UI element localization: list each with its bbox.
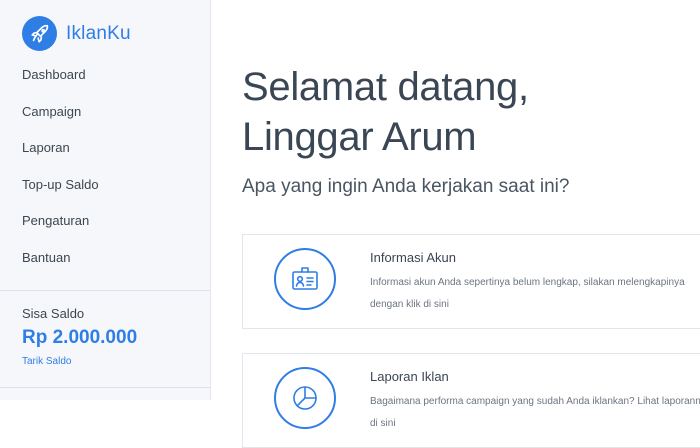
sidebar-item-dashboard[interactable]: Dashboard bbox=[0, 60, 210, 97]
sidebar-item-topup-saldo[interactable]: Top-up Saldo bbox=[0, 170, 210, 207]
sidebar-item-bantuan[interactable]: Bantuan bbox=[0, 243, 210, 280]
pie-chart-icon bbox=[274, 367, 336, 429]
card-account-info[interactable]: Informasi Akun Informasi akun Anda seper… bbox=[242, 234, 700, 329]
sidebar: IklanKu Dashboard Campaign Laporan Top-u… bbox=[0, 0, 211, 400]
sidebar-item-laporan[interactable]: Laporan bbox=[0, 133, 210, 170]
sidebar-item-pengaturan[interactable]: Pengaturan bbox=[0, 206, 210, 243]
main-content: Selamat datang, Linggar Arum Apa yang in… bbox=[211, 0, 700, 448]
id-card-icon bbox=[274, 248, 336, 310]
withdraw-balance-link[interactable]: Tarik Saldo bbox=[22, 356, 71, 367]
balance-value: Rp 2.000.000 bbox=[22, 327, 138, 348]
rocket-icon bbox=[22, 16, 57, 51]
card-title: Informasi Akun bbox=[370, 250, 456, 265]
page-subtitle: Apa yang ingin Anda kerjakan saat ini? bbox=[242, 176, 570, 197]
brand-name: IklanKu bbox=[66, 22, 131, 44]
card-title: Laporan Iklan bbox=[370, 369, 449, 384]
card-description: Informasi akun Anda sepertinya belum len… bbox=[370, 277, 685, 310]
greeting-line-2: Linggar Arum bbox=[242, 115, 477, 159]
card-ad-report[interactable]: Laporan Iklan Bagaimana performa campaig… bbox=[242, 353, 700, 448]
greeting-line-1: Selamat datang, bbox=[242, 65, 529, 109]
page-title: Selamat datang, Linggar Arum bbox=[242, 62, 529, 162]
brand[interactable]: IklanKu bbox=[22, 16, 131, 51]
sidebar-nav: Dashboard Campaign Laporan Top-up Saldo … bbox=[0, 60, 210, 279]
card-description: Bagaimana performa campaign yang sudah A… bbox=[370, 396, 700, 429]
sidebar-divider-bottom bbox=[0, 387, 211, 388]
sidebar-divider bbox=[0, 290, 211, 291]
sidebar-item-campaign[interactable]: Campaign bbox=[0, 97, 210, 134]
balance-label: Sisa Saldo bbox=[22, 306, 85, 321]
